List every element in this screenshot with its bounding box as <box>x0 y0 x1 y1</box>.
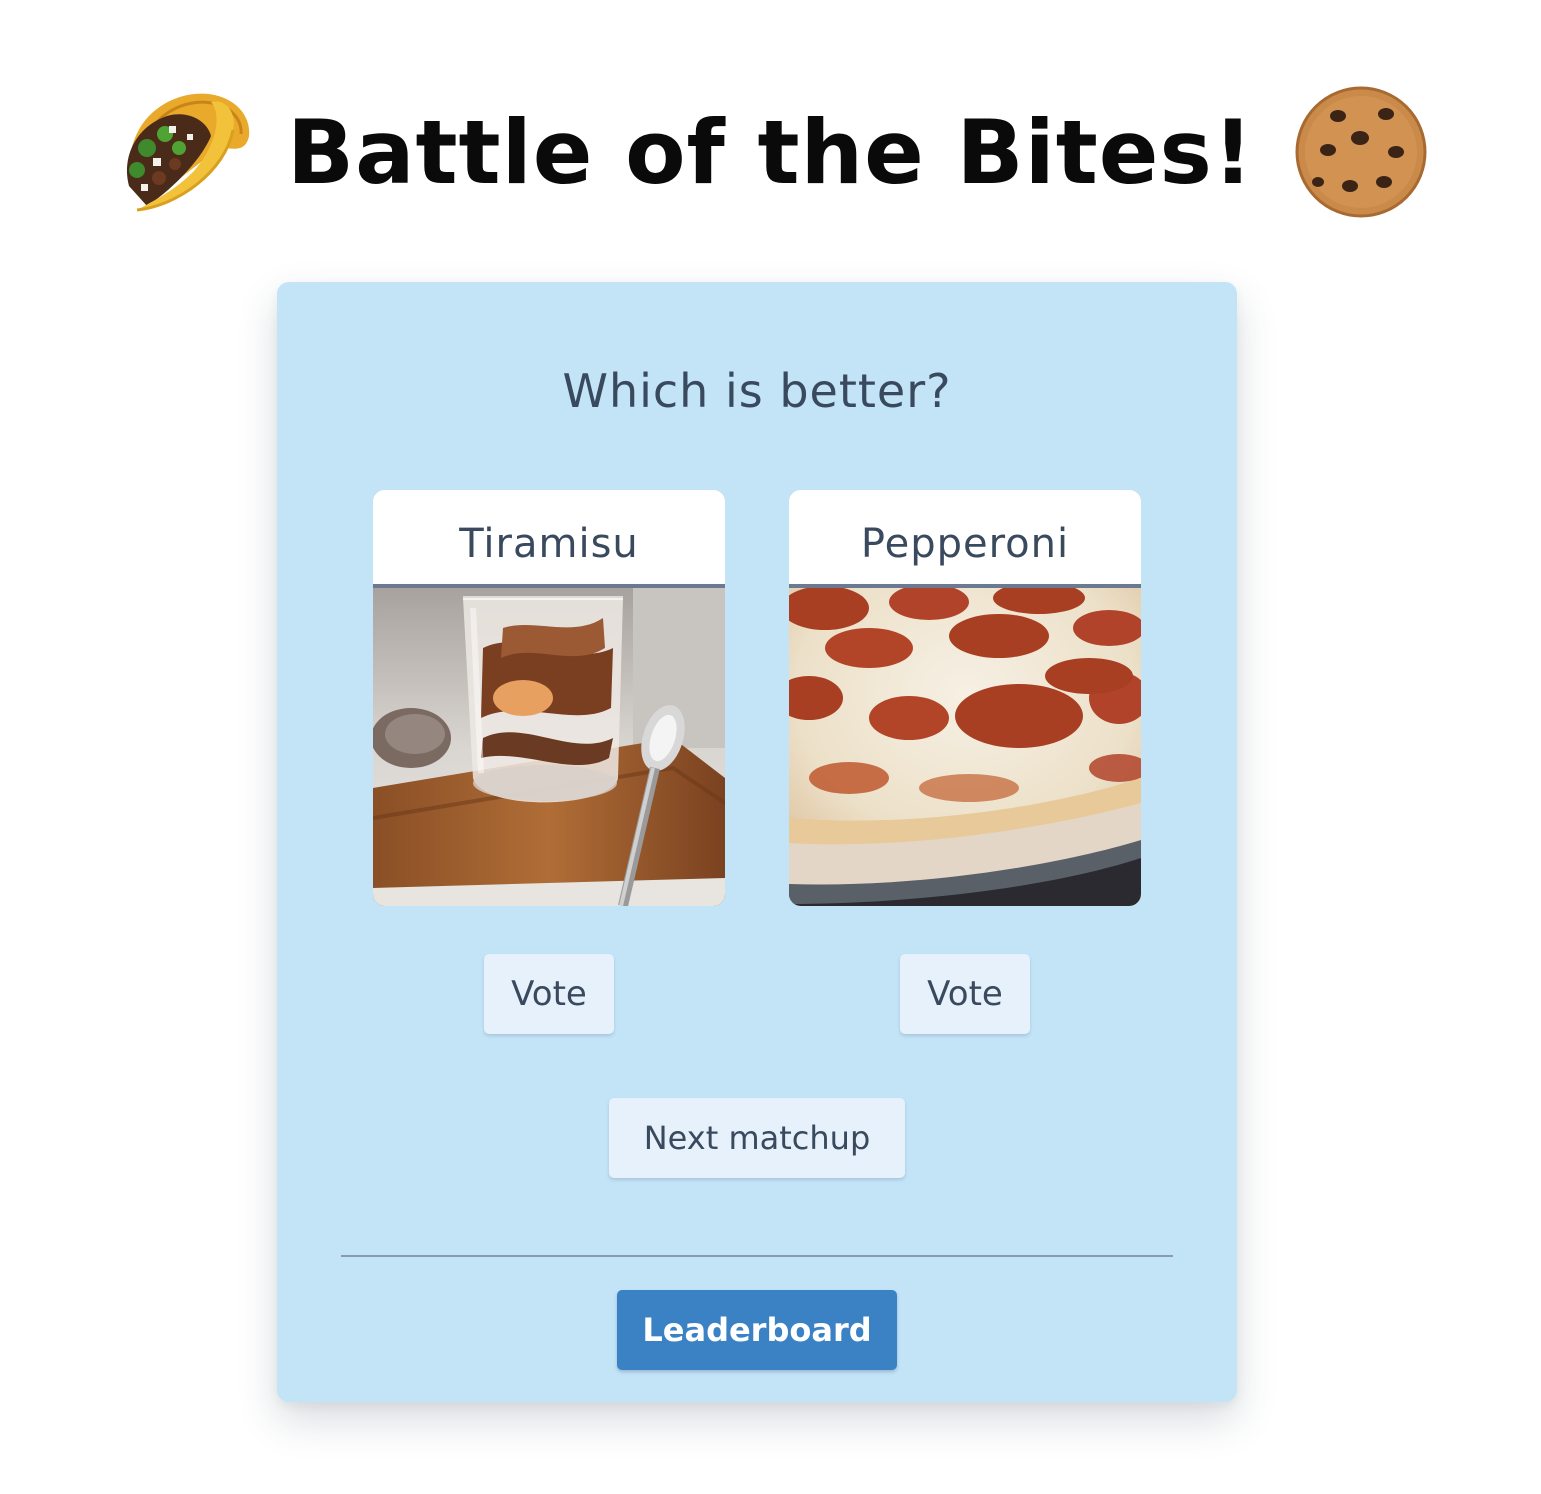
cookie-icon <box>1295 86 1427 218</box>
option-name-left: Tiramisu <box>373 490 725 588</box>
page-header: Battle of the Bites! <box>0 78 1541 226</box>
page-title: Battle of the Bites! <box>287 100 1254 204</box>
matchup-card: Which is better? Tiramisu Pepperoni Vote… <box>277 282 1237 1402</box>
option-card-right: Pepperoni <box>789 490 1141 906</box>
pepperoni-pizza-photo <box>789 588 1141 906</box>
next-matchup-button[interactable]: Next matchup <box>609 1098 905 1178</box>
page: Battle of the Bites! Which is better? Ti… <box>0 0 1541 1494</box>
vote-button-left[interactable]: Vote <box>484 954 614 1034</box>
matchup-question: Which is better? <box>562 364 952 418</box>
tiramisu-photo <box>373 588 725 906</box>
leaderboard-button[interactable]: Leaderboard <box>617 1290 897 1370</box>
option-card-left: Tiramisu <box>373 490 725 906</box>
taco-icon <box>126 93 250 212</box>
option-name-right: Pepperoni <box>789 490 1141 588</box>
divider <box>341 1255 1173 1257</box>
vote-button-right[interactable]: Vote <box>900 954 1030 1034</box>
